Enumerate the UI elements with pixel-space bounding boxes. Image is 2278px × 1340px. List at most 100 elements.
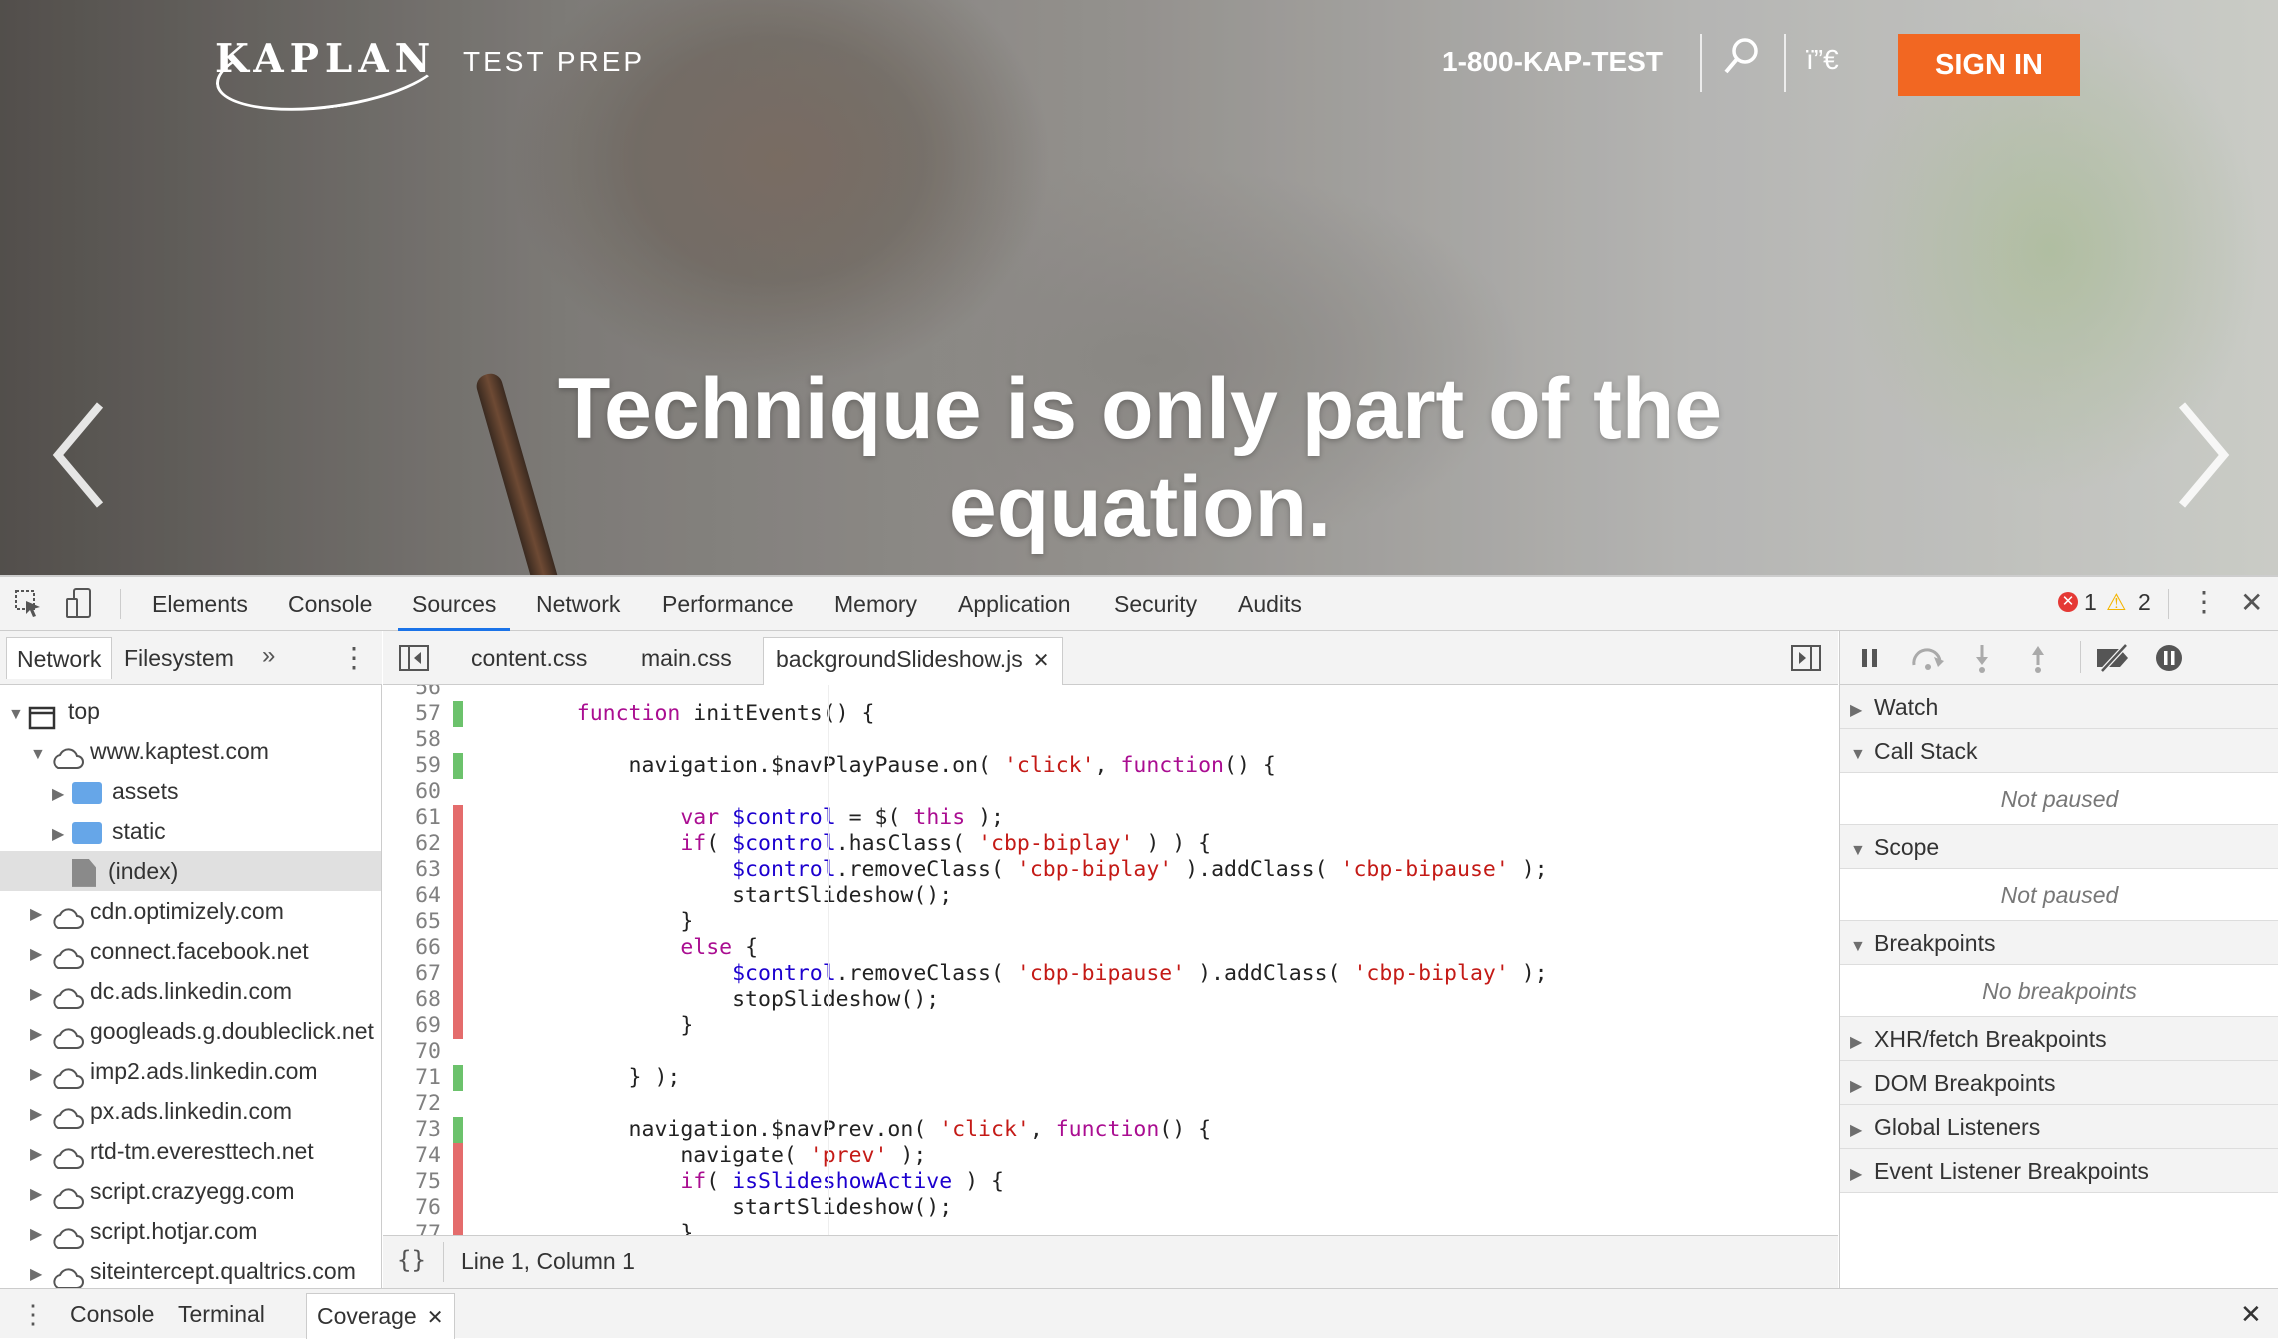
section-event-listener-breakpoints[interactable]: ▶ Event Listener Breakpoints [1840,1149,2278,1193]
close-tab-icon[interactable]: ✕ [1033,650,1050,672]
expand-right-icon[interactable]: ▶ [30,1095,50,1131]
code-line[interactable]: navigation.$navPrev.on( 'click', functio… [525,1117,1212,1143]
line-number[interactable]: 68 [383,987,441,1013]
drawer-tab-terminal[interactable]: Terminal [178,1289,265,1339]
phone-number[interactable]: 1-800-KAP-TEST [1442,46,1663,78]
expand-right-icon[interactable]: ▶ [30,975,50,1011]
expand-right-icon[interactable]: ▶ [30,1255,50,1291]
expand-down-icon[interactable]: ▼ [1850,733,1874,777]
step-over-icon[interactable] [1910,643,1946,676]
line-number[interactable]: 71 [383,1065,441,1091]
tab-elements[interactable]: Elements [152,577,248,631]
tab-audits[interactable]: Audits [1238,577,1302,631]
line-number[interactable]: 73 [383,1117,441,1143]
tree-row[interactable]: ▶ cdn.optimizely.com [0,891,381,931]
line-number[interactable]: 57 [383,701,441,727]
code-line[interactable]: stopSlideshow(); [525,987,939,1013]
tree-row[interactable]: ▶ static [0,811,381,851]
editor-tab[interactable]: backgroundSlideshow.js ✕ [763,637,1063,685]
line-number[interactable]: 72 [383,1091,441,1117]
expand-right-icon[interactable]: ▶ [30,1015,50,1051]
pause-icon[interactable] [1860,647,1880,674]
line-number[interactable]: 77 [383,1221,441,1235]
expand-right-icon[interactable]: ▶ [1850,1109,1874,1153]
line-number[interactable]: 76 [383,1195,441,1221]
expand-right-icon[interactable]: ▶ [30,935,50,971]
code-line[interactable]: } ); [525,1065,681,1091]
line-number[interactable]: 70 [383,1039,441,1065]
toggle-navigator-icon[interactable] [399,645,429,676]
code-line[interactable]: $control.removeClass( 'cbp-bipause' ).ad… [525,961,1548,987]
expand-right-icon[interactable]: ▶ [30,895,50,931]
expand-down-icon[interactable]: ▼ [30,735,50,771]
line-number[interactable]: 59 [383,753,441,779]
tab-application[interactable]: Application [958,577,1071,631]
tab-sources[interactable]: Sources [398,577,511,631]
tab-console[interactable]: Console [288,577,372,631]
tree-row[interactable]: ▶ script.crazyegg.com [0,1171,381,1211]
expand-right-icon[interactable]: ▶ [30,1135,50,1171]
code-line[interactable]: if( isSlideshowActive ) { [525,1169,1004,1195]
editor-tab[interactable]: content.css [459,637,599,685]
code-line[interactable]: else { [525,935,758,961]
line-number[interactable]: 56 [383,685,441,701]
kaplan-logo[interactable]: KAPLAN [215,36,436,82]
code-view[interactable]: 56 57 function initEvents() {58 59 navigat… [383,685,1838,1235]
code-line[interactable]: } [525,1013,693,1039]
pretty-print-icon[interactable]: {} [397,1246,426,1274]
section-breakpoints[interactable]: ▼ Breakpoints [1840,921,2278,965]
expand-right-icon[interactable]: ▶ [1850,689,1874,733]
tree-row[interactable]: ▶ siteintercept.qualtrics.com [0,1251,381,1291]
code-line[interactable]: navigation.$navPlayPause.on( 'click', fu… [525,753,1276,779]
editor-tab[interactable]: main.css [629,637,744,685]
step-into-icon[interactable] [1972,643,1992,678]
line-number[interactable]: 69 [383,1013,441,1039]
expand-right-icon[interactable]: ▶ [30,1175,50,1211]
language-icon[interactable]: ï”€ [1806,44,1839,76]
line-number[interactable]: 64 [383,883,441,909]
expand-right-icon[interactable]: ▶ [1850,1065,1874,1109]
expand-right-icon[interactable]: ▶ [30,1055,50,1091]
tree-row[interactable]: ▶ dc.ads.linkedin.com [0,971,381,1011]
code-line[interactable]: } [525,1221,693,1235]
expand-right-icon[interactable]: ▶ [52,815,72,851]
drawer-tab-console[interactable]: Console [70,1289,154,1339]
tree-row[interactable]: ▼ www.kaptest.com [0,731,381,771]
pause-on-exceptions-icon[interactable] [2154,643,2184,678]
navigator-menu-icon[interactable]: ⋮ [340,639,368,677]
tree-row[interactable]: ▶ assets [0,771,381,811]
line-number[interactable]: 75 [383,1169,441,1195]
tab-network[interactable]: Network [6,637,113,679]
tab-performance[interactable]: Performance [662,577,794,631]
section-watch[interactable]: ▶ Watch [1840,685,2278,729]
expand-right-icon[interactable]: ▶ [1850,1021,1874,1065]
search-icon[interactable] [1722,36,1762,84]
code-line[interactable]: } [525,909,693,935]
tree-row[interactable]: ▶ googleads.g.doubleclick.net [0,1011,381,1051]
line-number[interactable]: 74 [383,1143,441,1169]
tab-filesystem[interactable]: Filesystem [124,637,234,679]
tab-network[interactable]: Network [536,577,620,631]
code-line[interactable]: if( $control.hasClass( 'cbp-biplay' ) ) … [525,831,1211,857]
tree-row[interactable]: (index) [0,851,381,891]
line-number[interactable]: 65 [383,909,441,935]
line-number[interactable]: 60 [383,779,441,805]
code-line[interactable]: function initEvents() { [525,701,875,727]
section-call-stack[interactable]: ▼ Call Stack [1840,729,2278,773]
tree-row[interactable]: ▶ script.hotjar.com [0,1211,381,1251]
tree-row[interactable]: ▶ connect.facebook.net [0,931,381,971]
code-line[interactable]: var $control = $( this ); [525,805,1004,831]
next-slide-arrow-icon[interactable] [2172,395,2232,515]
tab-security[interactable]: Security [1114,577,1197,631]
prev-slide-arrow-icon[interactable] [50,395,110,515]
error-icon[interactable]: ✕ [2058,592,2078,612]
expand-right-icon[interactable]: ▶ [30,1215,50,1251]
line-number[interactable]: 66 [383,935,441,961]
device-toolbar-icon[interactable] [64,587,94,626]
expand-down-icon[interactable]: ▼ [1850,829,1874,873]
tree-row[interactable]: ▶ px.ads.linkedin.com [0,1091,381,1131]
toggle-debugger-icon[interactable] [1791,645,1821,676]
tree-row[interactable]: ▶ rtd-tm.everesttech.net [0,1131,381,1171]
code-line[interactable]: navigate( 'prev' ); [525,1143,926,1169]
deactivate-breakpoints-icon[interactable] [2094,643,2134,678]
